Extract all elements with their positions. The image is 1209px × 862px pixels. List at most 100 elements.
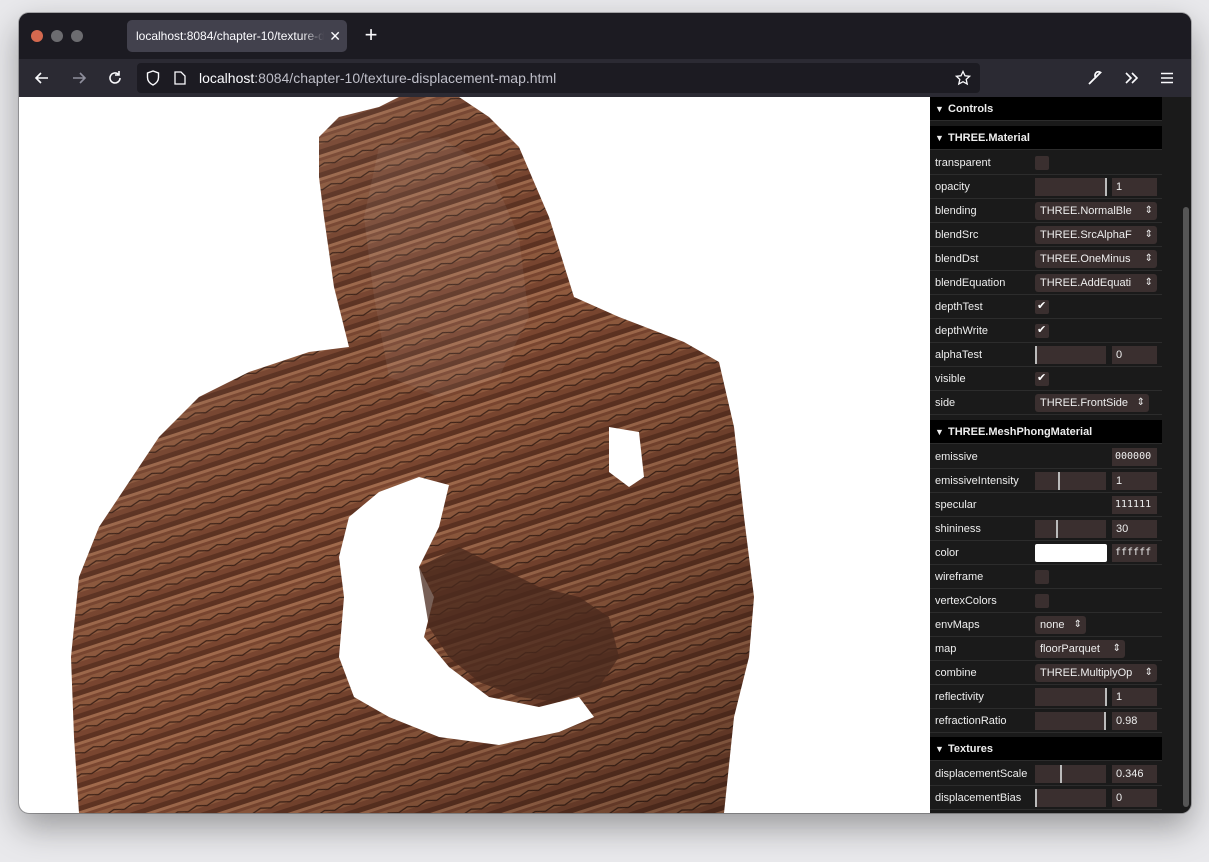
displacementscale-slider[interactable] bbox=[1035, 765, 1106, 783]
transparent-checkbox[interactable] bbox=[1035, 156, 1049, 170]
emissive-input[interactable]: 000000 bbox=[1112, 448, 1157, 466]
close-icon[interactable]: ✕ bbox=[329, 20, 341, 52]
row-specular: specular 111111 bbox=[930, 493, 1162, 517]
displacementbias-input[interactable]: 0 bbox=[1112, 789, 1157, 807]
row-side: side THREE.FrontSide bbox=[930, 391, 1162, 415]
side-select[interactable]: THREE.FrontSide bbox=[1035, 394, 1149, 412]
blendsrc-select[interactable]: THREE.SrcAlphaF bbox=[1035, 226, 1157, 244]
blenddst-select[interactable]: THREE.OneMinus bbox=[1035, 250, 1157, 268]
row-visible: visible bbox=[930, 367, 1162, 391]
shininess-label: shininess bbox=[935, 523, 981, 535]
hamburger-menu-icon[interactable] bbox=[1154, 65, 1180, 91]
webgl-viewport[interactable] bbox=[19, 97, 930, 813]
slider-knob[interactable] bbox=[1035, 346, 1037, 364]
star-icon[interactable] bbox=[954, 63, 972, 96]
emissiveintensity-slider[interactable] bbox=[1035, 472, 1106, 490]
row-alphatest: alphaTest 0 bbox=[930, 343, 1162, 367]
url-path: :8084/chapter-10/texture-displacement-ma… bbox=[254, 70, 557, 86]
slider-knob[interactable] bbox=[1058, 472, 1060, 490]
slider-knob[interactable] bbox=[1060, 765, 1062, 783]
depthtest-label: depthTest bbox=[935, 301, 983, 313]
alphatest-slider[interactable] bbox=[1035, 346, 1106, 364]
slider-knob[interactable] bbox=[1104, 712, 1106, 730]
shield-icon[interactable] bbox=[146, 63, 160, 96]
blending-select[interactable]: THREE.NormalBle bbox=[1035, 202, 1157, 220]
emissive-label: emissive bbox=[935, 451, 978, 463]
minimize-window-button[interactable] bbox=[51, 30, 63, 42]
refractionratio-slider[interactable] bbox=[1035, 712, 1106, 730]
refractionratio-input[interactable]: 0.98 bbox=[1112, 712, 1157, 730]
textures-folder-title[interactable]: ▼ Textures bbox=[930, 737, 1162, 761]
specular-input[interactable]: 111111 bbox=[1112, 496, 1157, 514]
slider-knob[interactable] bbox=[1105, 688, 1107, 706]
row-shininess: shininess 30 bbox=[930, 517, 1162, 541]
reflectivity-slider[interactable] bbox=[1035, 688, 1107, 706]
visible-label: visible bbox=[935, 373, 966, 385]
navigation-toolbar: localhost:8084/chapter-10/texture-displa… bbox=[19, 59, 1191, 97]
row-transparent: transparent bbox=[930, 151, 1162, 175]
slider-knob[interactable] bbox=[1056, 520, 1058, 538]
row-color: color ffffff bbox=[930, 541, 1162, 565]
emissiveintensity-input[interactable]: 1 bbox=[1112, 472, 1157, 490]
close-window-button[interactable] bbox=[31, 30, 43, 42]
row-reflectivity: reflectivity 1 bbox=[930, 685, 1162, 709]
material-folder-title[interactable]: ▼ THREE.Material bbox=[930, 126, 1162, 150]
visible-checkbox[interactable] bbox=[1035, 371, 1049, 386]
wrench-icon[interactable] bbox=[1082, 65, 1108, 91]
chevron-down-icon: ▼ bbox=[935, 104, 944, 114]
row-wireframe: wireframe bbox=[930, 565, 1162, 589]
depthwrite-label: depthWrite bbox=[935, 325, 988, 337]
reflectivity-input[interactable]: 1 bbox=[1112, 688, 1157, 706]
opacity-input[interactable]: 1 bbox=[1112, 178, 1157, 196]
wireframe-label: wireframe bbox=[935, 571, 984, 583]
phong-folder-title[interactable]: ▼ THREE.MeshPhongMaterial bbox=[930, 420, 1162, 444]
tab-active[interactable]: localhost:8084/chapter-10/texture-displa… bbox=[127, 20, 347, 52]
forward-arrow-icon[interactable] bbox=[66, 65, 92, 91]
url-bar[interactable]: localhost:8084/chapter-10/texture-displa… bbox=[137, 63, 980, 93]
row-depthtest: depthTest bbox=[930, 295, 1162, 319]
opacity-slider[interactable] bbox=[1035, 178, 1107, 196]
alphatest-input[interactable]: 0 bbox=[1112, 346, 1157, 364]
emissiveintensity-label: emissiveIntensity bbox=[935, 475, 1019, 487]
blenddst-label: blendDst bbox=[935, 253, 979, 265]
displacementscale-label: displacementScale bbox=[935, 768, 1028, 780]
shininess-input[interactable]: 30 bbox=[1112, 520, 1157, 538]
shininess-slider[interactable] bbox=[1035, 520, 1106, 538]
tab-title: localhost:8084/chapter-10/texture-displa… bbox=[136, 29, 324, 43]
refractionratio-label: refractionRatio bbox=[935, 715, 1007, 727]
zoom-window-button[interactable] bbox=[71, 30, 83, 42]
blendequation-label: blendEquation bbox=[935, 277, 1006, 289]
back-arrow-icon[interactable] bbox=[29, 65, 55, 91]
plus-icon[interactable]: + bbox=[359, 21, 383, 49]
controls-label: Controls bbox=[948, 103, 994, 115]
envmaps-select[interactable]: none bbox=[1035, 616, 1086, 634]
slider-knob[interactable] bbox=[1105, 178, 1107, 196]
chevron-down-icon: ▼ bbox=[935, 427, 944, 437]
url-text[interactable]: localhost:8084/chapter-10/texture-displa… bbox=[199, 63, 556, 93]
gui-scrollbar[interactable] bbox=[1183, 207, 1189, 807]
slider-knob[interactable] bbox=[1035, 789, 1037, 807]
reload-icon[interactable] bbox=[102, 65, 128, 91]
row-opacity: opacity 1 bbox=[930, 175, 1162, 199]
page-icon bbox=[174, 63, 186, 95]
displacementscale-input[interactable]: 0.346 bbox=[1112, 765, 1157, 783]
displacementbias-slider[interactable] bbox=[1035, 789, 1106, 807]
blendequation-select[interactable]: THREE.AddEquati bbox=[1035, 274, 1157, 292]
color-swatch[interactable] bbox=[1035, 544, 1107, 562]
map-label: map bbox=[935, 643, 957, 655]
row-blendequation: blendEquation THREE.AddEquati bbox=[930, 271, 1162, 295]
combine-select[interactable]: THREE.MultiplyOp bbox=[1035, 664, 1157, 682]
side-label: side bbox=[935, 397, 956, 409]
depthwrite-checkbox[interactable] bbox=[1035, 323, 1049, 338]
depthtest-checkbox[interactable] bbox=[1035, 299, 1049, 314]
vertexcolors-checkbox[interactable] bbox=[1035, 594, 1049, 608]
chevrons-right-icon[interactable] bbox=[1118, 65, 1144, 91]
color-input[interactable]: ffffff bbox=[1112, 544, 1157, 562]
controls-folder-title[interactable]: ▼ Controls bbox=[930, 97, 1162, 121]
map-select[interactable]: floorParquet bbox=[1035, 640, 1125, 658]
row-refractionratio: refractionRatio 0.98 bbox=[930, 709, 1162, 733]
textures-folder-label: Textures bbox=[948, 743, 994, 755]
wireframe-checkbox[interactable] bbox=[1035, 570, 1049, 584]
phong-folder-label: THREE.MeshPhongMaterial bbox=[948, 426, 1093, 438]
row-displacementbias: displacementBias 0 bbox=[930, 786, 1162, 810]
